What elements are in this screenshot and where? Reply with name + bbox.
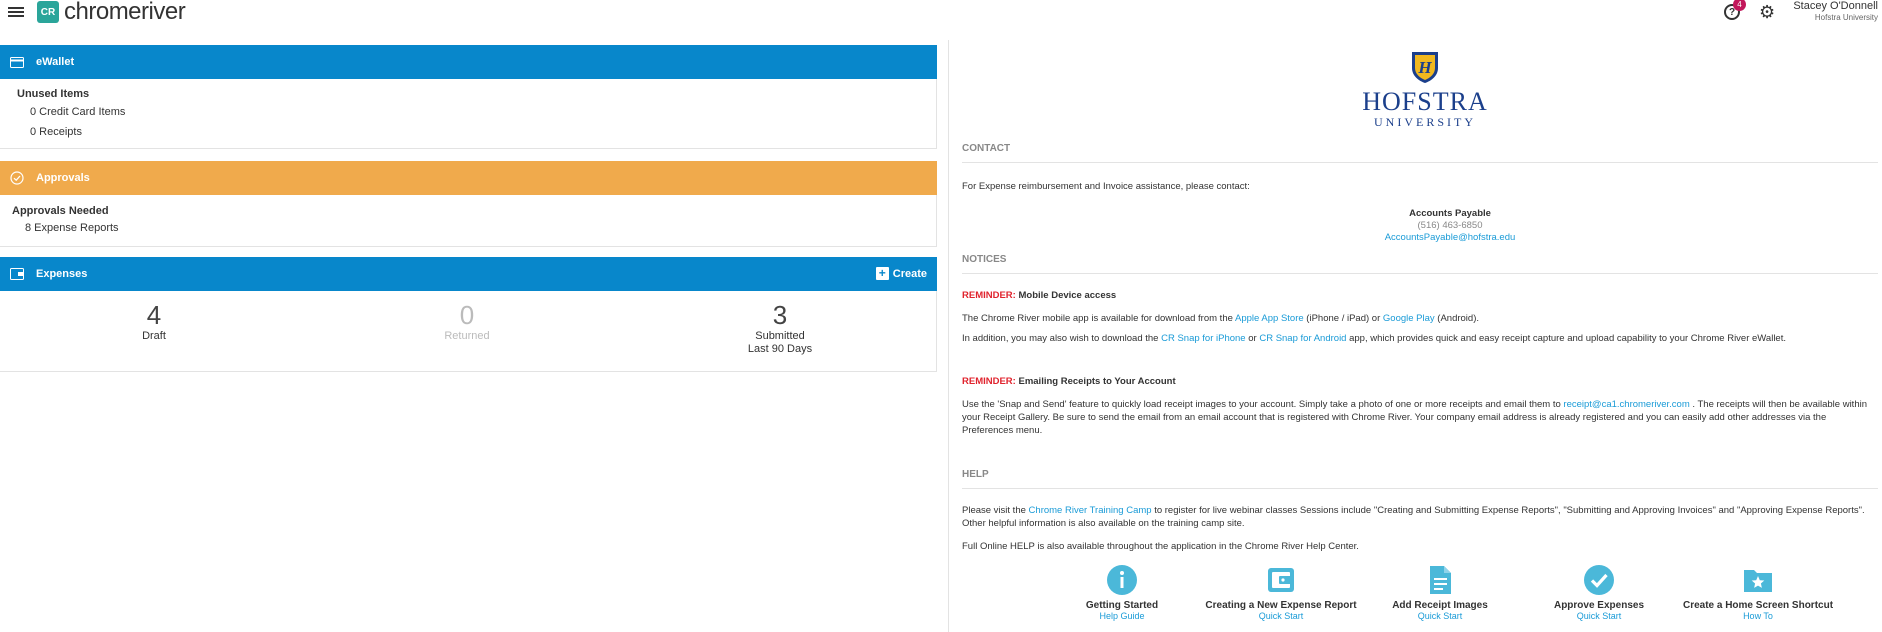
contact-intro: For Expense reimbursement and Invoice as…: [962, 181, 1250, 192]
stat-label: Draft: [142, 330, 166, 342]
column-divider: [948, 40, 949, 632]
unused-items-title: Unused Items: [17, 88, 90, 100]
text: Use the 'Snap and Send' feature to quick…: [962, 399, 1564, 410]
svg-text:H: H: [1417, 58, 1432, 77]
google-play-link[interactable]: Google Play: [1383, 313, 1435, 324]
help-link-sub: How To: [1743, 611, 1773, 621]
text: Please visit the: [962, 505, 1029, 516]
help-para-2: Full Online HELP is also available throu…: [962, 541, 1359, 552]
user-org: Hofstra University: [1814, 13, 1878, 22]
text: (iPhone / iPad) or: [1303, 313, 1383, 324]
help-link-add-receipt-images[interactable]: Add Receipt Images Quick Start: [1360, 565, 1520, 621]
help-link-sub: Quick Start: [1417, 611, 1463, 621]
info-icon: [1107, 565, 1137, 595]
help-link-title: Creating a New Expense Report: [1205, 600, 1357, 611]
text: The Chrome River mobile app is available…: [962, 313, 1235, 324]
notice-2-title: Emailing Receipts to Your Account: [1018, 376, 1176, 387]
expenses-header[interactable]: Expenses + Create: [0, 257, 937, 291]
contact-block: Accounts Payable (516) 463-6850 Accounts…: [962, 207, 1878, 244]
notification-badge: 4: [1733, 0, 1746, 11]
create-label: Create: [892, 267, 927, 280]
card-icon: [10, 56, 24, 68]
stat-value: 4: [146, 300, 162, 330]
notice-2-heading: REMINDER: Emailing Receipts to Your Acco…: [962, 375, 1878, 388]
receipt-email-link[interactable]: receipt@ca1.chromeriver.com: [1563, 399, 1689, 410]
reminder-label: REMINDER:: [962, 290, 1016, 301]
approvals-needed-title: Approvals Needed: [12, 205, 109, 217]
approvals-body: Approvals Needed 8 Expense Reports: [0, 195, 937, 247]
wallet-icon: [10, 268, 24, 280]
check-circle-icon: [10, 171, 24, 185]
help-link-title: Getting Started: [1085, 600, 1159, 611]
ewallet-body: Unused Items 0 Credit Card Items 0 Recei…: [0, 79, 937, 149]
help-link-getting-started[interactable]: Getting Started Help Guide: [1042, 565, 1202, 621]
gear-icon[interactable]: ⚙: [1759, 3, 1775, 21]
cr-snap-iphone-link[interactable]: CR Snap for iPhone: [1161, 333, 1246, 344]
notices-section-title: NOTICES: [962, 254, 1878, 274]
contact-email-link[interactable]: AccountsPayable@hofstra.edu: [1022, 232, 1878, 244]
university-logo: H HOFSTRA UNIVERSITY: [1360, 50, 1490, 130]
text: (Android).: [1434, 313, 1480, 324]
credit-card-items-link[interactable]: 0 Credit Card Items: [30, 106, 125, 118]
expenses-body: 4 Draft 0 Returned 3 Submitted Last 90 D…: [0, 291, 937, 372]
logo-badge: CR: [37, 1, 59, 23]
stat-value: 3: [772, 300, 788, 330]
help-link-title: Approve Expenses: [1553, 600, 1645, 611]
stat-value: 0: [459, 300, 475, 330]
contact-dept: Accounts Payable: [1409, 208, 1491, 219]
expense-reports-link[interactable]: 8 Expense Reports: [25, 222, 119, 234]
university-name: HOFSTRA: [1362, 87, 1488, 116]
stat-label: Submitted: [755, 330, 805, 342]
folder-star-icon: [1743, 565, 1773, 595]
receipts-link[interactable]: 0 Receipts: [30, 126, 82, 138]
hofstra-shield-icon: H: [1412, 52, 1438, 83]
help-link-new-expense-report[interactable]: Creating a New Expense Report Quick Star…: [1201, 565, 1361, 621]
notice-1-para-1: The Chrome River mobile app is available…: [962, 312, 1878, 325]
contact-section-title: CONTACT: [962, 143, 1878, 163]
help-link-title: Add Receipt Images: [1392, 600, 1488, 611]
plus-icon: +: [875, 267, 889, 280]
stat-returned[interactable]: 0 Returned: [387, 301, 547, 342]
help-link-approve-expenses[interactable]: Approve Expenses Quick Start: [1519, 565, 1679, 621]
stat-submitted[interactable]: 3 Submitted Last 90 Days: [700, 301, 860, 355]
top-bar: CR chromeriver ? 4 ⚙ Stacey O'Donnell Ho…: [0, 0, 1882, 28]
user-menu[interactable]: Stacey O'Donnell Hofstra University: [1793, 0, 1878, 22]
user-name: Stacey O'Donnell: [1793, 0, 1878, 12]
checkmark-icon: [1584, 565, 1614, 595]
menu-icon[interactable]: [8, 5, 24, 21]
chromeriver-logo[interactable]: CR chromeriver: [37, 0, 186, 25]
contact-phone: (516) 463-6850: [1417, 220, 1483, 231]
text: or: [1245, 333, 1260, 344]
help-link-title: Create a Home Screen Shortcut: [1682, 600, 1834, 611]
logo-text: chromeriver: [64, 0, 186, 25]
approvals-title: Approvals: [36, 172, 90, 184]
reminder-label: REMINDER:: [962, 376, 1016, 387]
document-icon: [1425, 565, 1455, 595]
notice-1-para-2: In addition, you may also wish to downlo…: [962, 332, 1878, 345]
cr-snap-android-link[interactable]: CR Snap for Android: [1259, 333, 1346, 344]
ewallet-header[interactable]: eWallet: [0, 45, 937, 79]
notice-2-para: Use the 'Snap and Send' feature to quick…: [962, 398, 1878, 437]
text: In addition, you may also wish to downlo…: [962, 333, 1162, 344]
help-link-sub: Quick Start: [1258, 611, 1304, 621]
help-para-1: Please visit the Chrome River Training C…: [962, 504, 1878, 530]
stat-label: Returned: [444, 330, 490, 342]
notice-1-title: Mobile Device access: [1018, 290, 1117, 301]
apple-app-store-link[interactable]: Apple App Store: [1235, 313, 1304, 324]
create-button[interactable]: + Create: [875, 267, 927, 280]
help-link-home-screen-shortcut[interactable]: Create a Home Screen Shortcut How To: [1678, 565, 1838, 621]
wallet-icon: [1266, 565, 1296, 595]
help-section-title: HELP: [962, 469, 1878, 489]
ewallet-title: eWallet: [36, 56, 75, 68]
help-link-sub: Help Guide: [1099, 611, 1145, 621]
stat-draft[interactable]: 4 Draft: [74, 301, 234, 342]
approvals-header[interactable]: Approvals: [0, 161, 937, 195]
expenses-title: Expenses: [36, 268, 88, 280]
help-link-sub: Quick Start: [1576, 611, 1622, 621]
stat-sublabel: Last 90 Days: [747, 343, 813, 355]
training-camp-link[interactable]: Chrome River Training Camp: [1029, 505, 1152, 516]
notice-1-heading: REMINDER: Mobile Device access: [962, 289, 1878, 302]
text: app, which provides quick and easy recei…: [1346, 333, 1786, 344]
university-sub: UNIVERSITY: [1374, 115, 1476, 129]
